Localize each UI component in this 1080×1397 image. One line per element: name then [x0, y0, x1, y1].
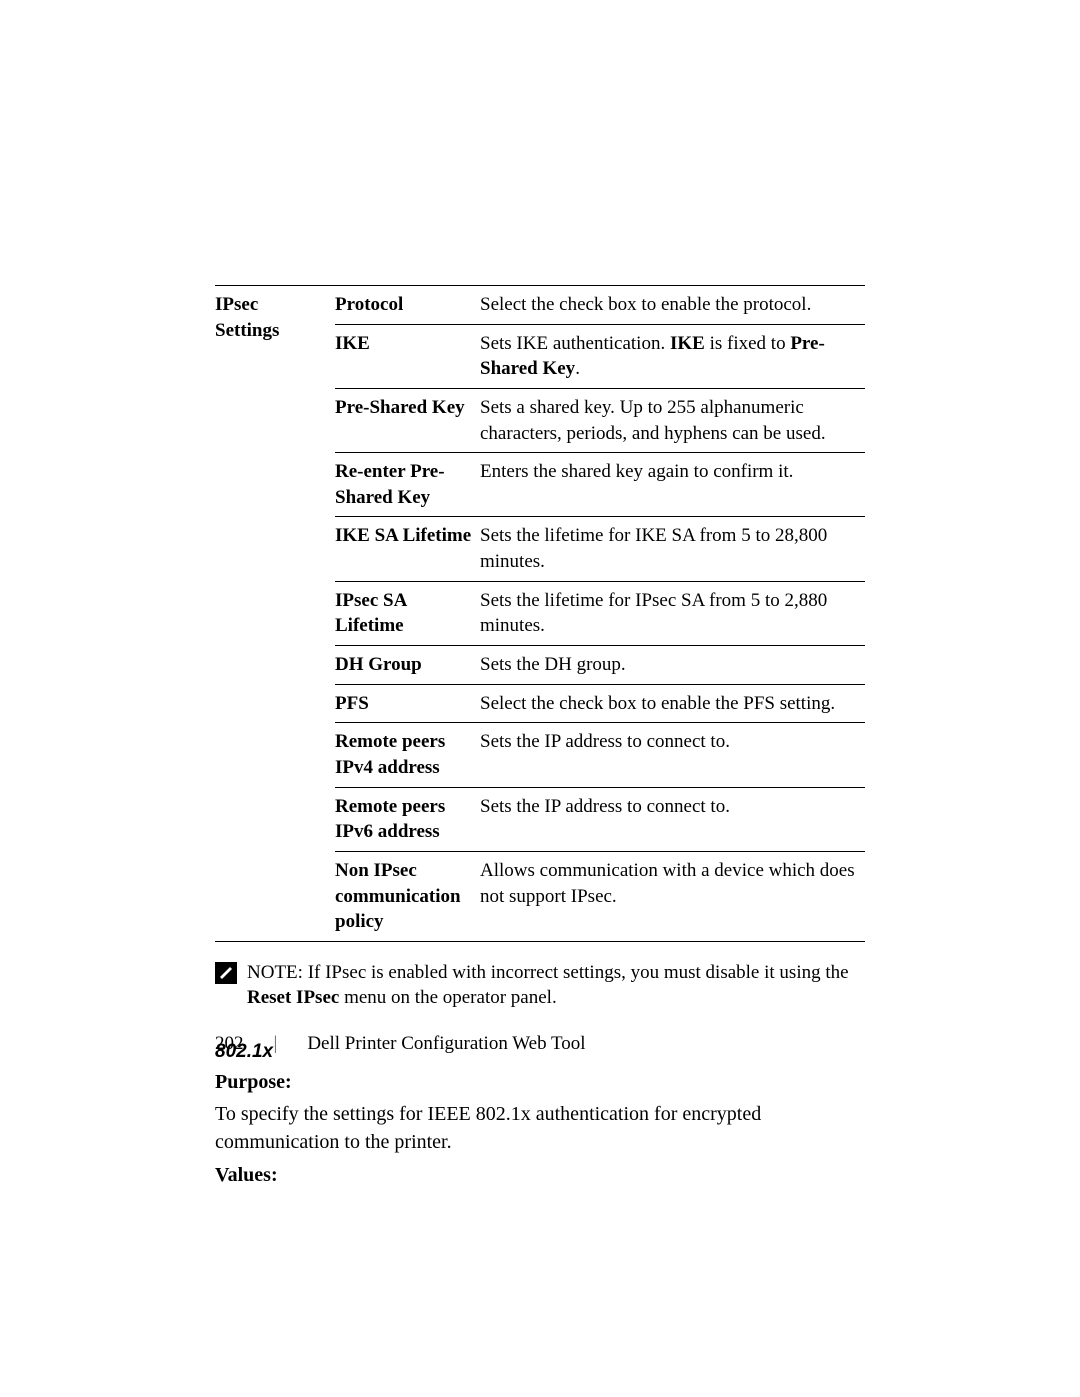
desc-reenter-key: Enters the shared key again to confirm i…	[480, 453, 865, 517]
field-reenter-key: Re-enter Pre-Shared Key	[335, 453, 480, 517]
desc-ike: Sets IKE authentication. IKE is fixed to…	[480, 324, 865, 388]
purpose-label: Purpose:	[215, 1071, 865, 1094]
desc-remote-ipv4: Sets the IP address to connect to.	[480, 723, 865, 787]
note-icon	[215, 962, 237, 984]
desc-ike-sa-lifetime: Sets the lifetime for IKE SA from 5 to 2…	[480, 517, 865, 581]
purpose-text: To specify the settings for IEEE 802.1x …	[215, 1100, 865, 1156]
field-preshared-key: Pre-Shared Key	[335, 388, 480, 452]
desc-non-ipsec-policy: Allows communication with a device which…	[480, 851, 865, 941]
field-dh-group: DH Group	[335, 646, 480, 685]
desc-pfs: Select the check box to enable the PFS s…	[480, 684, 865, 723]
section-label: IPsec Settings	[215, 286, 335, 942]
field-remote-ipv6: Remote peers IPv6 address	[335, 787, 480, 851]
desc-ipsec-sa-lifetime: Sets the lifetime for IPsec SA from 5 to…	[480, 581, 865, 645]
desc-remote-ipv6: Sets the IP address to connect to.	[480, 787, 865, 851]
field-pfs: PFS	[335, 684, 480, 723]
footer-title: Dell Printer Configuration Web Tool	[307, 1033, 585, 1055]
field-non-ipsec-policy: Non IPsec communication policy	[335, 851, 480, 941]
field-ipsec-sa-lifetime: IPsec SA Lifetime	[335, 581, 480, 645]
ipsec-settings-table: IPsec Settings Protocol Select the check…	[215, 285, 865, 942]
page-footer: 202 | Dell Printer Configuration Web Too…	[215, 1033, 586, 1055]
desc-dh-group: Sets the DH group.	[480, 646, 865, 685]
page-number: 202	[215, 1033, 244, 1055]
values-label: Values:	[215, 1164, 865, 1187]
footer-separator: |	[274, 1033, 278, 1055]
field-remote-ipv4: Remote peers IPv4 address	[335, 723, 480, 787]
desc-preshared-key: Sets a shared key. Up to 255 alphanumeri…	[480, 388, 865, 452]
field-protocol: Protocol	[335, 286, 480, 325]
field-ike-sa-lifetime: IKE SA Lifetime	[335, 517, 480, 581]
field-ike: IKE	[335, 324, 480, 388]
desc-protocol: Select the check box to enable the proto…	[480, 286, 865, 325]
note-section: NOTE: If IPsec is enabled with incorrect…	[215, 960, 865, 1011]
note-text: NOTE: If IPsec is enabled with incorrect…	[247, 960, 865, 1011]
